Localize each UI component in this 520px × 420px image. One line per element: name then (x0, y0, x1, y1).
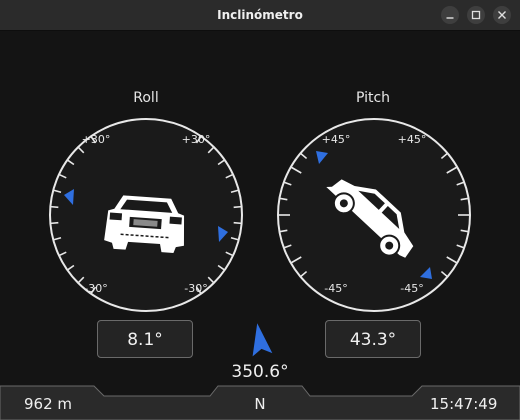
heading-arrow-icon (252, 323, 273, 357)
close-icon (498, 11, 506, 19)
heading-value: 350.6° (231, 362, 289, 382)
dial-tick (233, 205, 242, 209)
dial-tick (233, 221, 242, 225)
roll-dial: +30° +30° -30° -30° (49, 118, 243, 312)
pitch-tick-bottom-left: -45° (324, 282, 347, 295)
close-button[interactable] (493, 6, 511, 24)
roll-label: Roll (133, 90, 159, 106)
roll-tick-top-left: +30° (82, 133, 111, 146)
dial-tick (50, 221, 59, 225)
pitch-dial: +45° +45° -45° -45° (277, 118, 471, 312)
roll-tick-bottom-right: -30° (184, 282, 207, 295)
pitch-value-box: 43.3° (325, 320, 421, 358)
dial-tick (50, 205, 59, 209)
maximize-icon (471, 10, 481, 20)
pitch-tick-top-left: +45° (322, 133, 351, 146)
roll-value-box: 8.1° (97, 320, 193, 358)
heading-direction: N (254, 395, 266, 413)
altitude-value: 962 m (24, 395, 73, 413)
roll-tick-top-right: +30° (182, 133, 211, 146)
maximize-button[interactable] (467, 6, 485, 24)
pitch-tick-top-right: +45° (398, 133, 427, 146)
pitch-label: Pitch (355, 90, 391, 106)
title-bar: Inclinómetro (0, 0, 520, 31)
roll-tick-bottom-left: -30° (84, 282, 107, 295)
minimize-icon (446, 17, 454, 19)
pitch-tick-bottom-right: -45° (400, 282, 423, 295)
minimize-button[interactable] (441, 6, 459, 24)
clock-time: 15:47:49 (430, 395, 498, 413)
